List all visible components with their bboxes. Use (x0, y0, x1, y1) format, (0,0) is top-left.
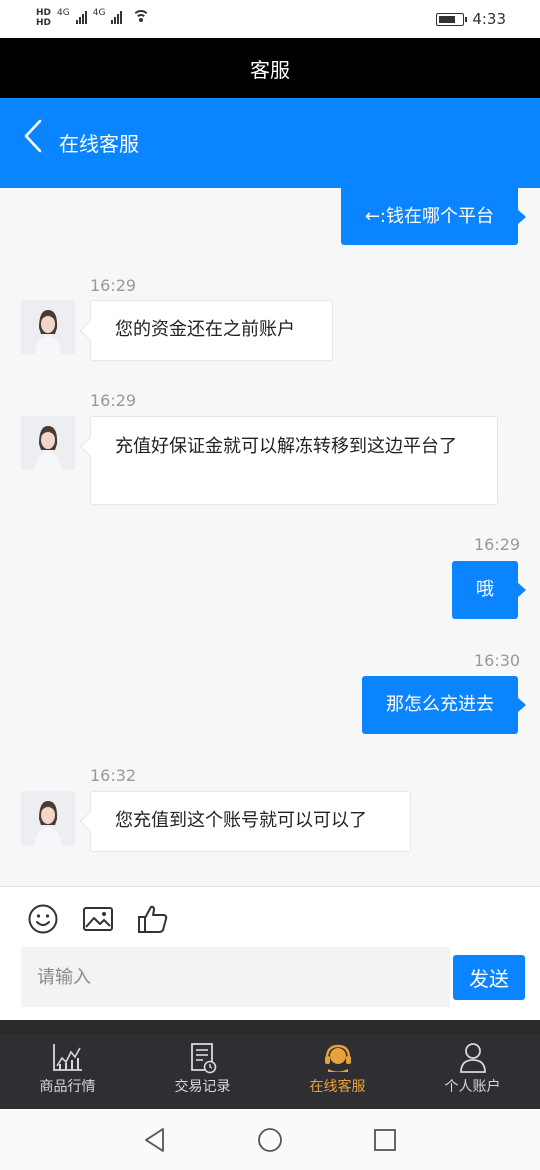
home-nav-icon[interactable] (256, 1126, 284, 1154)
message-text: 您的资金还在之前账户 (115, 319, 295, 340)
message-time: 16:29 (90, 276, 137, 295)
tab-label: 在线客服 (309, 1079, 366, 1095)
message-bubble-outgoing: 哦 (452, 561, 526, 619)
message-time: 16:29 (90, 391, 137, 410)
send-button[interactable]: 发送 (453, 955, 525, 1000)
status-right: 4:33 (436, 10, 506, 28)
message-time: 16:30 (474, 651, 521, 670)
hd-indicator: HD HD (36, 8, 51, 28)
battery-icon (436, 12, 468, 26)
signal-icon-2 (111, 8, 123, 24)
message-text: 您充值到这个账号就可以可以了 (115, 810, 367, 831)
message-bubble-incoming: 您的资金还在之前账户 (90, 300, 333, 361)
app-title: 客服 (250, 57, 290, 82)
agent-avatar (21, 791, 75, 845)
record-icon (190, 1043, 216, 1074)
emoji-icon[interactable] (27, 903, 59, 935)
message-input[interactable] (21, 947, 450, 1007)
image-icon[interactable] (82, 903, 114, 935)
tab-market[interactable]: 商品行情 (0, 1034, 135, 1109)
wifi-icon (132, 10, 151, 24)
back-nav-icon[interactable] (141, 1126, 169, 1154)
message-text: 哦 (476, 579, 494, 600)
network-type-2: 4G (92, 8, 106, 18)
chevron-left-icon[interactable] (22, 118, 46, 154)
message-bubble-incoming: 充值好保证金就可以解冻转移到这边平台了 (90, 416, 498, 505)
message-text: ←:钱在哪个平台 (364, 206, 494, 227)
app-title-bar: 客服 (0, 38, 540, 98)
system-navigation-bar (0, 1109, 540, 1170)
recents-nav-icon[interactable] (371, 1126, 399, 1154)
message-bubble-outgoing: 那怎么充进去 (362, 676, 526, 734)
signal-icon (75, 8, 87, 24)
bottom-tab-bar: 商品行情 交易记录 在线客服 个人账户 (0, 1034, 540, 1109)
agent-avatar (21, 300, 75, 354)
message-bubble-incoming: 您充值到这个账号就可以可以了 (90, 791, 411, 852)
tab-label: 商品行情 (39, 1079, 96, 1095)
hd-top-label: HD (36, 8, 52, 18)
status-left: HD HD 4G 4G (36, 8, 151, 28)
header-title: 在线客服 (59, 132, 139, 156)
tab-label: 个人账户 (444, 1079, 501, 1095)
divider (0, 1020, 540, 1034)
agent-avatar (21, 416, 75, 470)
chat-header: 在线客服 (0, 98, 540, 188)
status-bar: HD HD 4G 4G 4:33 (0, 0, 540, 38)
chart-icon (52, 1044, 82, 1071)
user-icon (459, 1043, 486, 1073)
message-text: 那怎么充进去 (386, 694, 494, 715)
tab-personal-account[interactable]: 个人账户 (405, 1034, 540, 1109)
hd-bottom-label: HD (36, 18, 52, 28)
tab-label: 交易记录 (174, 1079, 231, 1095)
clock: 4:33 (472, 10, 506, 28)
message-text: 充值好保证金就可以解冻转移到这边平台了 (115, 436, 457, 457)
tab-online-service[interactable]: 在线客服 (270, 1034, 405, 1109)
headset-icon (324, 1044, 351, 1072)
network-type-1: 4G (57, 8, 70, 18)
tab-trade-records[interactable]: 交易记录 (135, 1034, 270, 1109)
message-time: 16:32 (90, 766, 137, 785)
chat-messages[interactable]: ←:钱在哪个平台 16:29 您的资金还在之前账户 16:29 充值好保证金就可… (0, 188, 540, 886)
message-composer: 发送 (0, 886, 540, 1020)
thumbs-up-icon[interactable] (137, 903, 169, 935)
message-time: 16:29 (474, 535, 521, 554)
message-bubble-outgoing: ←:钱在哪个平台 (340, 188, 527, 245)
